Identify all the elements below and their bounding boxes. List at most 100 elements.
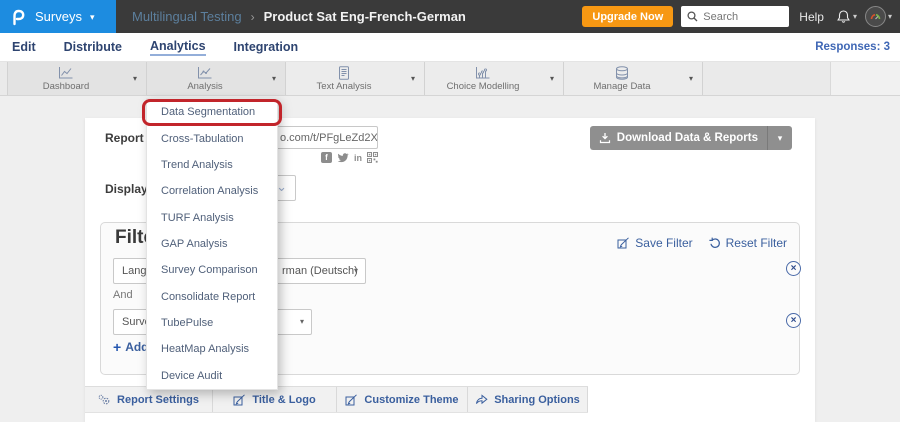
- breadcrumb: Multilingual Testing › Product Sat Eng-F…: [132, 9, 466, 24]
- plus-icon: +: [113, 339, 121, 355]
- menu-item-gap-analysis[interactable]: GAP Analysis: [147, 231, 277, 257]
- facebook-icon[interactable]: f: [321, 152, 332, 163]
- save-filter-link[interactable]: Save Filter: [617, 236, 692, 250]
- menu-item-correlation-analysis[interactable]: Correlation Analysis: [147, 178, 277, 204]
- search-input[interactable]: [703, 11, 783, 23]
- filter-actions: Save Filter Reset Filter: [617, 236, 787, 250]
- download-icon: [599, 132, 611, 144]
- report-settings-tabbar: Report Settings Title & Logo Customize T…: [85, 386, 588, 413]
- toolbar-segment-choice-modelling[interactable]: Choice Modelling ▾: [425, 62, 564, 95]
- twitter-icon[interactable]: [337, 153, 349, 163]
- manage-data-caret-icon[interactable]: ▾: [680, 62, 702, 95]
- filter-row2-remove-button[interactable]: ×: [786, 313, 801, 328]
- toolbar-label-manage-data: Manage Data: [593, 81, 650, 92]
- breadcrumb-survey-name: Product Sat Eng-French-German: [264, 9, 466, 24]
- qr-code-icon[interactable]: [367, 152, 378, 163]
- surveys-menu-label: Surveys: [35, 9, 82, 24]
- analysis-dropdown-menu: Data Segmentation Cross-Tabulation Trend…: [146, 98, 278, 390]
- toolbar-segment-manage-data[interactable]: Manage Data ▾: [564, 62, 703, 95]
- download-caret-icon[interactable]: ▾: [767, 126, 792, 150]
- nav-item-distribute[interactable]: Distribute: [64, 40, 122, 55]
- app-root: Surveys ▾ Multilingual Testing › Product…: [0, 0, 900, 422]
- text-analysis-caret-icon[interactable]: ▾: [402, 62, 424, 95]
- edit-pencil-icon: [617, 237, 630, 249]
- database-icon: [615, 66, 629, 80]
- analytics-toolbar: Dashboard ▾ Analysis ▾ Text Analysis ▾: [0, 62, 900, 96]
- search-box[interactable]: [681, 6, 789, 27]
- nav-item-edit[interactable]: Edit: [12, 40, 36, 55]
- add-filter-button[interactable]: + Add: [113, 339, 149, 355]
- tab-sharing-options-label: Sharing Options: [494, 394, 580, 406]
- tab-title-logo-label: Title & Logo: [252, 394, 315, 406]
- share-arrow-icon: [475, 394, 488, 405]
- tab-customize-theme-label: Customize Theme: [364, 394, 458, 406]
- reset-filter-label: Reset Filter: [726, 236, 787, 250]
- tab-report-settings[interactable]: Report Settings: [85, 387, 213, 412]
- reset-filter-link[interactable]: Reset Filter: [709, 236, 787, 250]
- save-filter-label: Save Filter: [635, 236, 692, 250]
- toolbar-lead: [0, 62, 8, 95]
- filter-row1-remove-button[interactable]: ×: [786, 261, 801, 276]
- menu-item-heatmap-analysis[interactable]: HeatMap Analysis: [147, 336, 277, 362]
- trend-line-icon: [197, 66, 213, 80]
- toolbar-segment-analysis[interactable]: Analysis ▾: [147, 62, 286, 95]
- menu-item-turf-analysis[interactable]: TURF Analysis: [147, 204, 277, 230]
- notifications-menu[interactable]: ▾: [836, 9, 857, 24]
- tab-sharing-options[interactable]: Sharing Options: [468, 387, 588, 412]
- line-chart-icon: [58, 66, 74, 80]
- section-nav: Edit Distribute Analytics Integration Re…: [0, 33, 900, 62]
- toolbar-label-text-analysis: Text Analysis: [317, 81, 372, 92]
- nav-item-integration[interactable]: Integration: [234, 40, 299, 55]
- edit-pencil-icon: [345, 394, 358, 406]
- edit-pencil-icon: [233, 394, 246, 406]
- dot-bar-chart-icon: [475, 66, 491, 80]
- toolbar-filler: [703, 62, 830, 95]
- search-icon: [687, 11, 698, 22]
- surveys-caret-icon: ▾: [90, 12, 95, 23]
- choice-modelling-caret-icon[interactable]: ▾: [541, 62, 563, 95]
- tab-report-settings-label: Report Settings: [117, 394, 199, 406]
- notifications-caret-icon: ▾: [853, 12, 857, 21]
- surveys-app-menu[interactable]: Surveys ▾: [0, 0, 116, 33]
- menu-item-device-audit[interactable]: Device Audit: [147, 363, 277, 389]
- toolbar-end-cap: [830, 62, 900, 95]
- tab-title-logo[interactable]: Title & Logo: [213, 387, 337, 412]
- top-bar: Surveys ▾ Multilingual Testing › Product…: [0, 0, 900, 33]
- menu-item-survey-comparison[interactable]: Survey Comparison: [147, 257, 277, 283]
- nav-item-analytics[interactable]: Analytics: [150, 39, 206, 56]
- download-button-label: Download Data & Reports: [617, 132, 758, 144]
- filter-row2-caret-icon: ▾: [300, 310, 304, 334]
- filter-and-label: And: [113, 289, 133, 301]
- bell-icon: [836, 9, 851, 24]
- responses-count: Responses: 3: [815, 41, 890, 53]
- display-label: Display: [105, 182, 148, 196]
- toolbar-segment-text-analysis[interactable]: Text Analysis ▾: [286, 62, 425, 95]
- help-link[interactable]: Help: [799, 10, 824, 24]
- analysis-caret-icon[interactable]: ▾: [263, 62, 285, 95]
- toolbar-label-analysis: Analysis: [187, 81, 222, 92]
- menu-item-data-segmentation[interactable]: Data Segmentation: [147, 99, 277, 125]
- menu-item-cross-tabulation[interactable]: Cross-Tabulation: [147, 125, 277, 151]
- avatar: [865, 6, 886, 27]
- linkedin-icon[interactable]: in: [354, 153, 362, 163]
- upgrade-now-button[interactable]: Upgrade Now: [582, 6, 673, 27]
- menu-item-consolidate-report[interactable]: Consolidate Report: [147, 284, 277, 310]
- filter-row1-value-right: rman (Deutsch): [282, 259, 358, 283]
- filter-row1-caret-icon: ▾: [354, 259, 358, 283]
- menu-item-trend-analysis[interactable]: Trend Analysis: [147, 152, 277, 178]
- toolbar-label-choice-modelling: Choice Modelling: [447, 81, 520, 92]
- tab-customize-theme[interactable]: Customize Theme: [337, 387, 468, 412]
- dashboard-caret-icon[interactable]: ▾: [124, 62, 146, 95]
- gears-icon: [98, 394, 111, 406]
- download-data-reports-button[interactable]: Download Data & Reports ▾: [590, 126, 792, 150]
- menu-item-tubepulse[interactable]: TubePulse: [147, 310, 277, 336]
- account-menu[interactable]: ▾: [865, 6, 892, 27]
- toolbar-label-dashboard: Dashboard: [43, 81, 89, 92]
- questionpro-logo-icon: [9, 8, 27, 26]
- report-label: Report: [105, 131, 144, 145]
- toolbar-segment-dashboard[interactable]: Dashboard ▾: [8, 62, 147, 95]
- breadcrumb-folder[interactable]: Multilingual Testing: [132, 9, 242, 24]
- document-icon: [337, 66, 351, 80]
- undo-icon: [709, 237, 721, 249]
- breadcrumb-separator: ›: [251, 10, 255, 24]
